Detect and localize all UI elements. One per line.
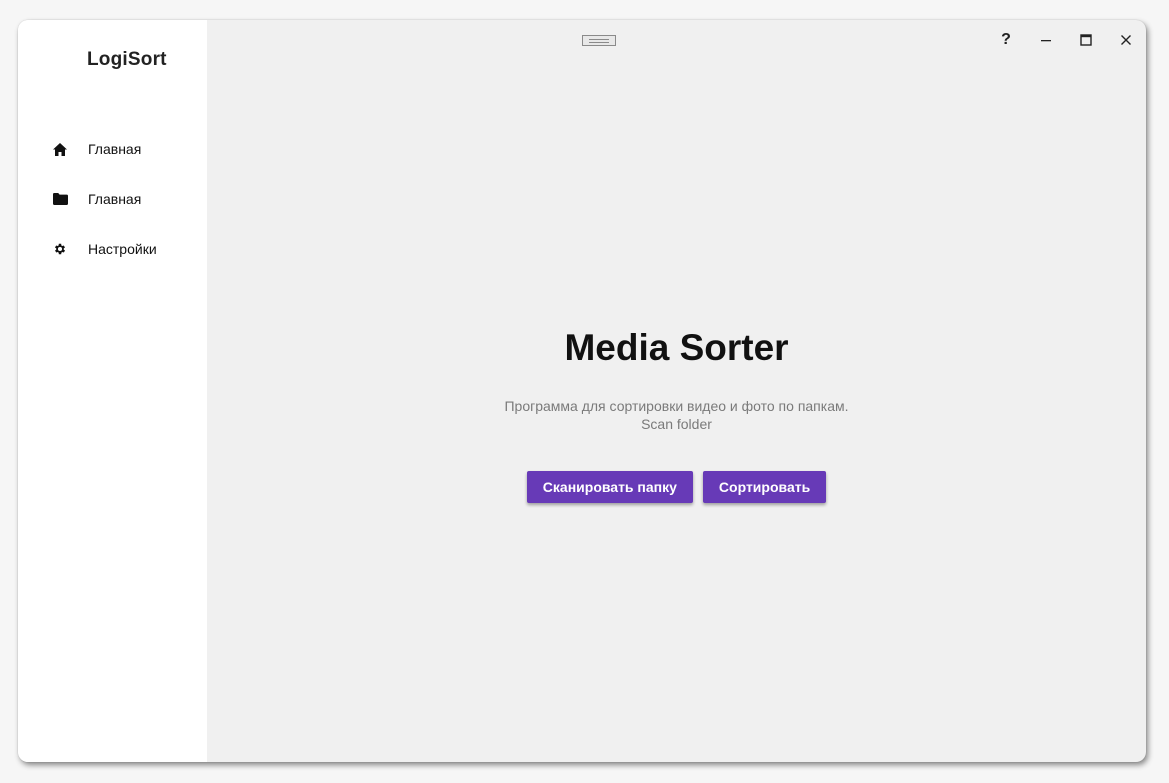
home-icon — [48, 137, 72, 161]
description-line: Программа для сортировки видео и фото по… — [504, 398, 849, 414]
sort-button[interactable]: Сортировать — [702, 471, 827, 503]
sidebar-item-home[interactable]: Главная — [48, 137, 141, 161]
page-title: Media Sorter — [564, 327, 789, 368]
sidebar-item-folder[interactable]: Главная — [48, 187, 141, 211]
minimize-button[interactable] — [1026, 28, 1066, 52]
description-line: Scan folder — [641, 416, 712, 432]
sidebar-item-label: Главная — [88, 141, 142, 157]
scan-folder-button[interactable]: Сканировать папку — [526, 471, 693, 503]
folder-icon — [48, 187, 72, 211]
main-content: ? Media Sorter Программа для сортировки … — [207, 20, 1146, 762]
app-title: LogiSort — [87, 49, 167, 70]
maximize-button[interactable] — [1066, 28, 1106, 52]
sidebar-item-label: Настройки — [88, 241, 157, 257]
drag-handle[interactable] — [582, 35, 616, 46]
welcome-panel: Media Sorter Программа для сортировки ви… — [207, 325, 1146, 503]
help-button[interactable]: ? — [986, 28, 1026, 52]
maximize-icon — [1080, 34, 1092, 46]
close-button[interactable] — [1106, 28, 1146, 52]
app-window: LogiSort Главная Главная Настройки ? Med… — [18, 20, 1146, 762]
sidebar-item-label: Главная — [88, 191, 142, 207]
gear-icon — [48, 237, 72, 261]
minimize-icon — [1041, 40, 1051, 42]
sidebar-item-settings[interactable]: Настройки — [48, 237, 157, 261]
close-icon — [1121, 35, 1131, 45]
description: Программа для сортировки видео и фото по… — [207, 397, 1146, 433]
action-buttons: Сканировать папку Сортировать — [207, 471, 1146, 503]
window-controls: ? — [986, 28, 1146, 52]
sidebar: LogiSort Главная Главная Настройки — [18, 20, 207, 762]
